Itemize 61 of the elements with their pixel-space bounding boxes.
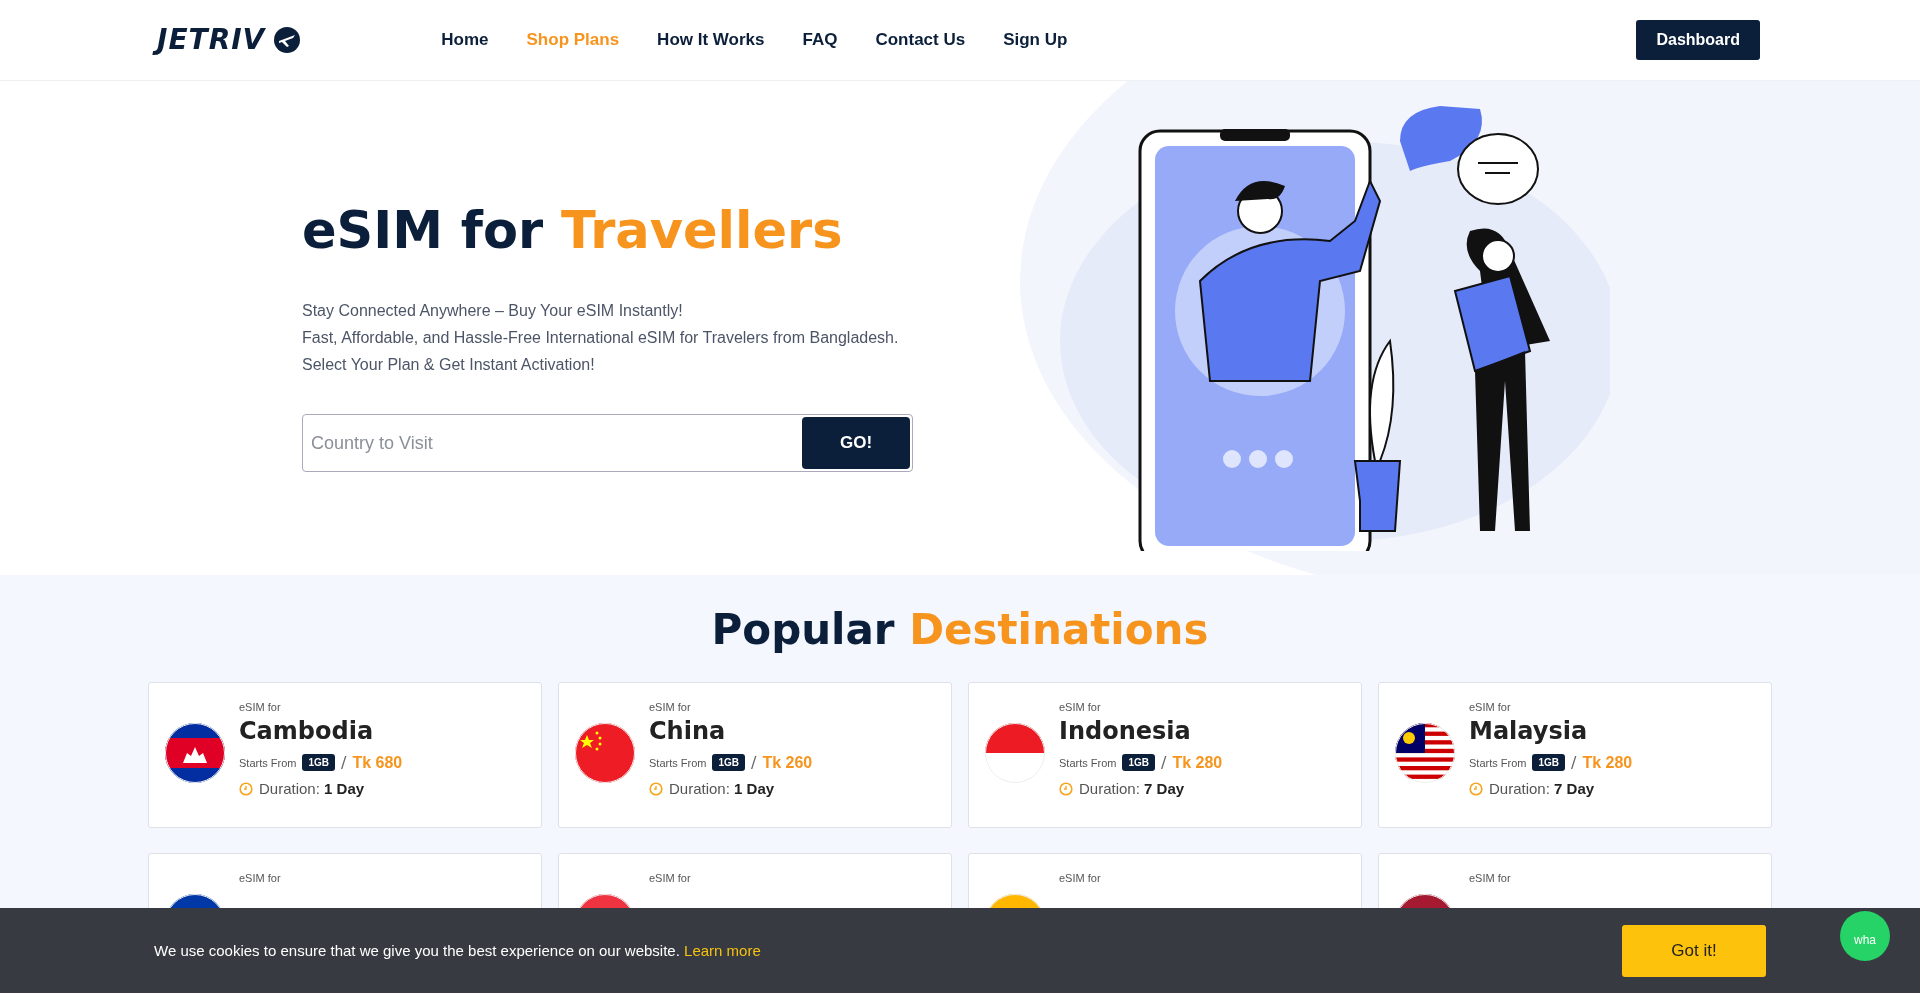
starts-from-label: Starts From bbox=[649, 756, 707, 769]
clock-icon bbox=[1469, 781, 1483, 796]
go-button[interactable]: GO! bbox=[802, 417, 910, 469]
destination-card[interactable]: eSIM for Cambodia Starts From 1GB / Tk 680 Duration: 1 Day bbox=[148, 682, 542, 828]
duration-text: Duration: 7 Day bbox=[1489, 780, 1595, 797]
plane-icon bbox=[273, 26, 302, 54]
duration-text: Duration: 7 Day bbox=[1079, 780, 1185, 797]
country-name: Indonesia bbox=[1059, 717, 1191, 745]
destination-card[interactable]: eSIM for Indonesia Starts From 1GB / Tk 280 Duration: 7 Day bbox=[968, 682, 1362, 828]
price: Tk 280 bbox=[1582, 753, 1633, 772]
country-name: China bbox=[649, 717, 726, 745]
duration-text: Duration: 1 Day bbox=[259, 780, 365, 797]
card-label: eSIM for bbox=[649, 701, 691, 713]
flag-icon bbox=[985, 723, 1045, 783]
separator: / bbox=[751, 753, 757, 772]
nav-link[interactable]: Home bbox=[441, 30, 489, 50]
card-label: eSIM for bbox=[239, 872, 281, 884]
price: Tk 680 bbox=[352, 753, 403, 772]
card-label: eSIM for bbox=[1059, 872, 1101, 884]
separator: / bbox=[1571, 753, 1577, 772]
learn-more-link[interactable]: Learn more bbox=[684, 942, 761, 959]
card-label: eSIM for bbox=[1469, 872, 1511, 884]
price: Tk 260 bbox=[762, 753, 813, 772]
price: Tk 280 bbox=[1172, 753, 1223, 772]
flag-icon bbox=[575, 723, 635, 783]
card-label: eSIM for bbox=[1469, 701, 1511, 713]
nav-link[interactable]: How It Works bbox=[657, 30, 765, 50]
nav-link[interactable]: FAQ bbox=[802, 30, 838, 50]
country-name: Malaysia bbox=[1469, 717, 1588, 745]
hero-subtitle: Stay Connected Anywhere – Buy Your eSIM Instantly! bbox=[302, 302, 684, 320]
data-badge: 1GB bbox=[1122, 754, 1155, 771]
data-badge: 1GB bbox=[302, 754, 335, 771]
section-title: Popular Destinations bbox=[710, 605, 1210, 654]
dashboard-button[interactable]: Dashboard bbox=[1636, 20, 1760, 60]
clock-icon bbox=[1059, 781, 1073, 796]
country-name: Cambodia bbox=[239, 717, 374, 745]
clock-icon bbox=[649, 781, 663, 796]
starts-from-label: Starts From bbox=[239, 756, 297, 769]
card-label: eSIM for bbox=[649, 872, 691, 884]
separator: / bbox=[1161, 753, 1167, 772]
got-it-button[interactable]: Got it! bbox=[1622, 924, 1766, 977]
hero-subtitle: Select Your Plan & Get Instant Activation! bbox=[302, 356, 596, 374]
nav-link[interactable]: Contact Us bbox=[875, 30, 966, 50]
starts-from-label: Starts From bbox=[1059, 756, 1117, 769]
flag-icon bbox=[165, 723, 225, 783]
data-badge: 1GB bbox=[712, 754, 745, 771]
country-search-field[interactable]: Country to Visit GO! bbox=[302, 414, 913, 472]
hero-title: eSIM for Travellers bbox=[302, 201, 844, 260]
starts-from-label: Starts From bbox=[1469, 756, 1527, 769]
separator: / bbox=[341, 753, 347, 772]
data-badge: 1GB bbox=[1532, 754, 1565, 771]
destination-card[interactable]: eSIM for China Starts From 1GB / Tk 260 Duration: 1 Day bbox=[558, 682, 952, 828]
hero-subtitle: Fast, Affordable, and Hassle-Free International eSIM for Travelers from Bangladesh. bbox=[302, 329, 900, 347]
duration-text: Duration: 1 Day bbox=[669, 780, 775, 797]
card-label: eSIM for bbox=[1059, 701, 1101, 713]
flag-icon bbox=[1395, 723, 1455, 783]
clock-icon bbox=[239, 781, 253, 796]
destination-card[interactable]: eSIM for Malaysia Starts From 1GB / Tk 280 Duration: 7 Day bbox=[1378, 682, 1772, 828]
nav-link[interactable]: Sign Up bbox=[1003, 30, 1068, 50]
cookie-message: We use cookies to ensure that we give you the best experience on our website. Learn more bbox=[154, 942, 761, 959]
card-label: eSIM for bbox=[239, 701, 281, 713]
